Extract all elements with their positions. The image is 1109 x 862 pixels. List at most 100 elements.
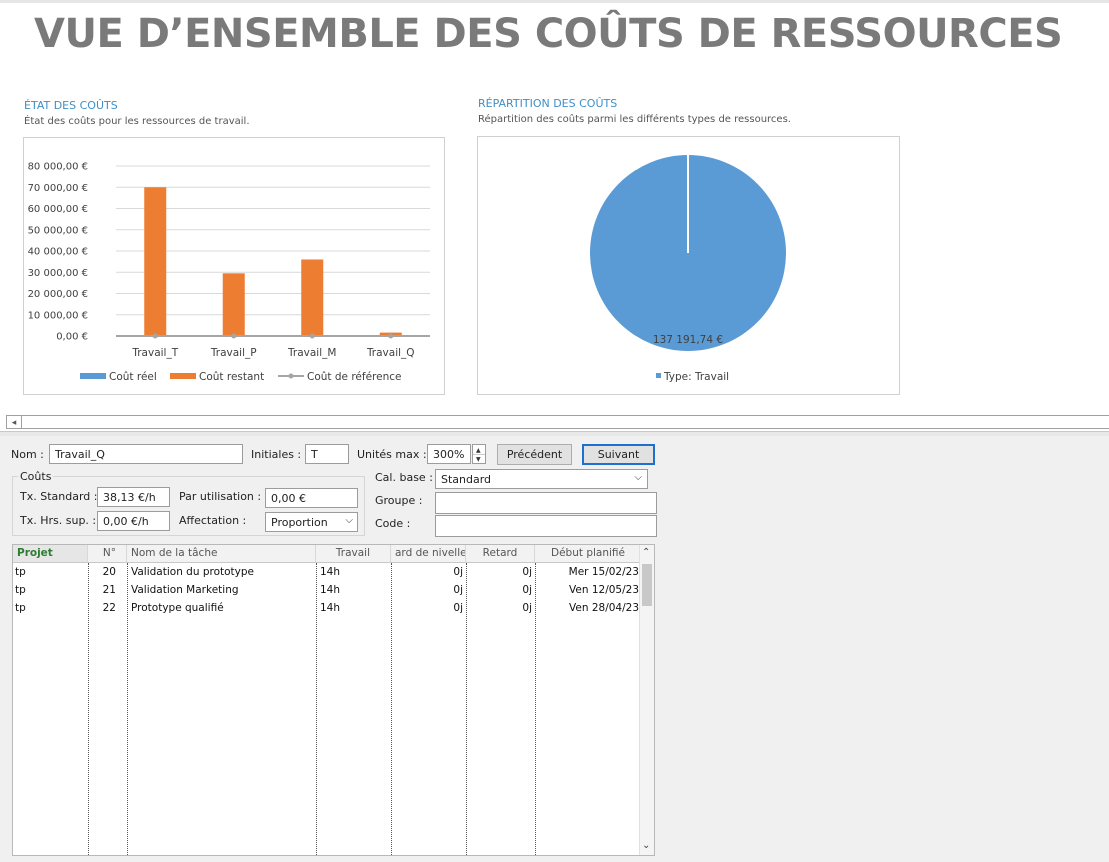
column-header-work[interactable]: Travail [316,545,391,563]
resource-form: Nom : Travail_Q Initiales : T Unités max… [0,436,1109,862]
table-vertical-scrollbar[interactable]: ⌃ ⌄ [639,545,654,855]
legend-swatch [656,373,661,378]
bar-cout-restant[interactable] [144,187,167,336]
accrue-dropdown[interactable]: Proportion ⌵ [265,512,358,532]
max-units-spinner[interactable]: ▲ ▼ [472,444,486,464]
y-tick-label: 60 000,00 € [28,204,88,215]
table-cell[interactable]: tp [13,599,88,617]
table-cell[interactable]: 14h [316,599,391,617]
y-tick-label: 50 000,00 € [28,225,88,236]
table-cell[interactable]: 0j [466,563,535,581]
table-cell[interactable]: Validation Marketing [127,581,316,599]
point-cout-reference[interactable] [231,333,237,339]
per-use-label: Par utilisation : [179,490,262,503]
legend-label: Coût réel [109,371,157,383]
table-cell[interactable]: 0j [391,563,466,581]
legend-label: Coût de référence [307,371,401,383]
bar-cout-restant[interactable] [301,259,324,337]
table-row[interactable]: tp 22 Prototype qualifié 14h 0j 0j Ven 28/04/2… [13,599,642,617]
base-calendar-label: Cal. base : [375,471,433,484]
table-cell[interactable]: 14h [316,581,391,599]
std-rate-label: Tx. Standard : [20,490,98,503]
cost-distribution-subtitle: Répartition des coûts parmi les différen… [478,114,791,125]
column-header-delay[interactable]: Retard [466,545,535,563]
chevron-down-icon: ⌵ [634,472,642,483]
y-tick-label: 10 000,00 € [28,310,88,321]
pie-data-label: 137 191,74 € [653,334,723,346]
point-cout-reference[interactable] [388,333,394,339]
scroll-left-icon[interactable]: ◂ [7,416,22,428]
max-units-label: Unités max : [357,448,427,461]
column-header-project[interactable]: Projet [13,545,88,563]
chevron-down-icon: ⌵ [345,515,353,526]
cost-distribution-chart[interactable]: 137 191,74 € Type: Travail [477,136,900,395]
table-cell[interactable]: Ven 12/05/23 [535,581,642,599]
assignments-table[interactable]: Projet N° Nom de la tâche Travail ard de… [12,544,655,856]
group-label: Groupe : [375,494,423,507]
table-cell[interactable]: Validation du prototype [127,563,316,581]
table-cell[interactable]: tp [13,563,88,581]
table-cell[interactable]: 21 [88,581,127,599]
initials-label: Initiales : [251,448,302,461]
spin-down-icon[interactable]: ▼ [476,456,481,463]
x-tick-label: Travail_P [210,347,257,359]
legend-label: Type: Travail [663,371,729,383]
legend-swatch [80,373,106,379]
spin-up-icon[interactable]: ▲ [476,447,481,454]
code-field[interactable] [435,515,657,537]
base-calendar-value: Standard [441,473,492,486]
bar-cout-restant[interactable] [222,273,245,336]
previous-button[interactable]: Précédent [497,444,572,465]
scroll-down-icon[interactable]: ⌄ [642,840,650,851]
name-label: Nom : [11,448,44,461]
cost-status-chart[interactable]: 0,00 € 10 000,00 € 20 000,00 € 30 000,00 € 4… [23,137,445,395]
point-cout-reference[interactable] [309,333,315,339]
x-tick-label: Travail_T [131,347,178,359]
y-tick-label: 70 000,00 € [28,183,88,194]
table-cell[interactable]: 0j [391,599,466,617]
table-cell[interactable]: Prototype qualifié [127,599,316,617]
report-title: VUE D’ENSEMBLE DES COÛTS DE RESSOURCES [34,11,1063,57]
max-units-field[interactable]: 300% [427,444,471,464]
report-canvas: VUE D’ENSEMBLE DES COÛTS DE RESSOURCES É… [0,0,1109,412]
scroll-thumb[interactable] [642,564,652,606]
table-cell[interactable]: 0j [391,581,466,599]
table-cell[interactable]: tp [13,581,88,599]
base-calendar-dropdown[interactable]: Standard ⌵ [435,469,648,489]
table-cell[interactable]: 14h [316,563,391,581]
accrue-value: Proportion [271,516,328,529]
column-header-leveling-delay[interactable]: ard de nivellen [391,545,466,563]
legend-label: Coût restant [199,371,264,383]
group-field[interactable] [435,492,657,514]
scroll-up-icon[interactable]: ⌃ [642,547,650,558]
table-cell[interactable]: 0j [466,581,535,599]
y-tick-label: 30 000,00 € [28,268,88,279]
y-tick-label: 40 000,00 € [28,247,88,258]
x-tick-label: Travail_Q [366,347,415,359]
table-cell[interactable]: 0j [466,599,535,617]
std-rate-field[interactable]: 38,13 €/h [97,487,170,507]
y-tick-label: 80 000,00 € [28,162,88,173]
y-tick-label: 0,00 € [56,332,88,343]
column-header-task-name[interactable]: Nom de la tâche [127,545,316,563]
point-cout-reference[interactable] [152,333,158,339]
cost-distribution-title: RÉPARTITION DES COÛTS [478,97,618,110]
overtime-rate-field[interactable]: 0,00 €/h [97,511,170,531]
cost-distribution-chart-svg: 137 191,74 € Type: Travail [590,155,786,383]
table-cell[interactable]: 22 [88,599,127,617]
table-row[interactable]: tp 20 Validation du prototype 14h 0j 0j Mer 15… [13,563,642,581]
initials-field[interactable]: T [305,444,349,464]
table-cell[interactable]: Ven 28/04/23 [535,599,642,617]
table-cell[interactable]: Mer 15/02/23 [535,563,642,581]
name-field[interactable]: Travail_Q [49,444,243,464]
column-header-planned-start[interactable]: Début planifié [535,545,642,563]
column-header-id[interactable]: N° [88,545,127,563]
report-horizontal-scrollbar[interactable]: ◂ [6,415,1109,429]
table-cell[interactable]: 20 [88,563,127,581]
per-use-field[interactable]: 0,00 € [265,488,358,508]
next-button[interactable]: Suivant [582,444,655,465]
x-tick-label: Travail_M [287,347,336,359]
table-row[interactable]: tp 21 Validation Marketing 14h 0j 0j Ven 12/05… [13,581,642,599]
costs-group-label: Coûts [18,470,54,483]
legend-swatch [170,373,196,379]
